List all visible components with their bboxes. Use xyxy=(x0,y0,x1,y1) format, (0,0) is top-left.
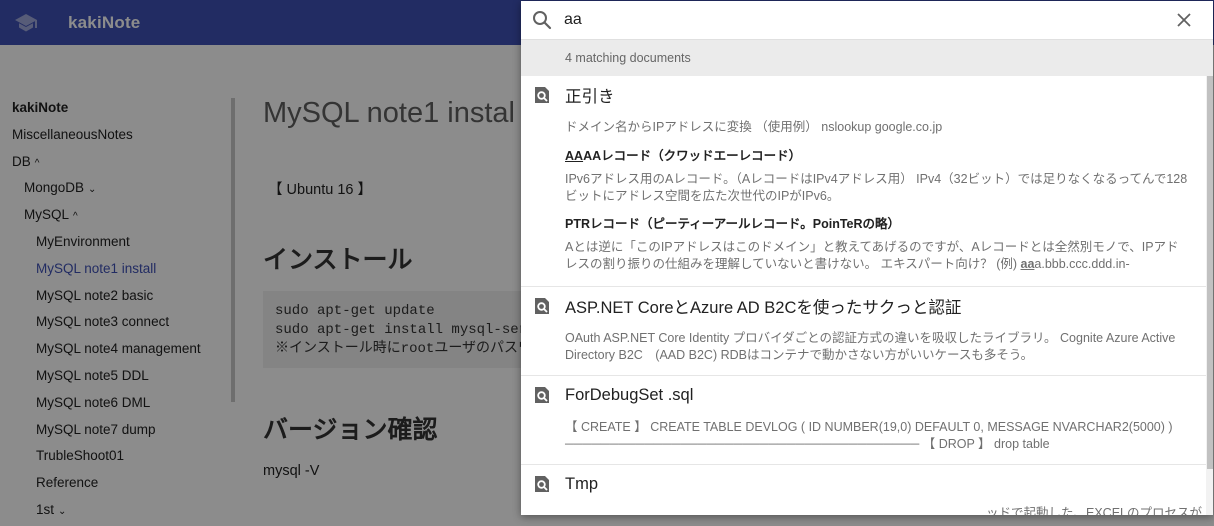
snippet-text: a.bbb.ccc.ddd.in- xyxy=(1034,257,1130,271)
search-result-item[interactable]: 正引き ドメイン名からIPアドレスに変換 （使用例） nslookup goog… xyxy=(521,76,1206,287)
results-scrollbar[interactable] xyxy=(1206,76,1213,515)
document-search-icon xyxy=(533,86,551,104)
scrollbar-thumb[interactable] xyxy=(1207,76,1213,469)
search-results: 正引き ドメイン名からIPアドレスに変換 （使用例） nslookup goog… xyxy=(521,76,1206,515)
search-result-item[interactable]: ASP.NET CoreとAzure AD B2Cを使ったサクっと認証 OAut… xyxy=(521,287,1206,376)
match-highlight: aa xyxy=(1020,257,1035,271)
result-snippet: ッドで起動した、EXCELのプロセスが xyxy=(986,506,1202,515)
result-subsection-title: PTRレコード（ピーティーアールレコード。PoinTeRの略） xyxy=(565,217,901,231)
result-title[interactable]: 正引き xyxy=(565,83,615,107)
search-input[interactable] xyxy=(564,11,1154,29)
result-snippet: 【 CREATE 】 CREATE TABLE DEVLOG ( ID NUMB… xyxy=(565,420,1173,434)
search-icon xyxy=(531,9,553,31)
search-result-item[interactable]: ForDebugSet .sql 【 CREATE 】 CREATE TABLE… xyxy=(521,376,1206,465)
result-snippet: ドメイン名からIPアドレスに変換 （使用例） nslookup google.c… xyxy=(565,120,943,134)
search-result-item[interactable]: Tmp ッドで起動した、EXCELのプロセスが xyxy=(521,465,1206,515)
result-snippet: Aとは逆に「このIPアドレスはこのドメイン」と教えてあげるのですが、Aレコードと… xyxy=(521,239,1206,273)
result-snippet: ────────────────────────────────────────… xyxy=(565,437,1050,451)
document-search-icon xyxy=(533,386,551,404)
subsection-title-text: AAレコード（クワッドエーレコード） xyxy=(583,149,802,163)
result-title[interactable]: Tmp xyxy=(565,475,598,494)
match-count: 4 matching documents xyxy=(521,40,1213,76)
document-search-icon xyxy=(533,475,551,493)
document-search-icon xyxy=(533,297,551,315)
result-snippet: IPv6アドレス用のAレコード。（AレコードはIPv4アドレス用） IPv4（3… xyxy=(565,172,1188,203)
search-dialog: 4 matching documents 正引き ドメイン名からIPアドレスに変… xyxy=(521,1,1213,515)
result-title[interactable]: ForDebugSet .sql xyxy=(565,386,693,405)
search-bar xyxy=(521,1,1213,40)
close-icon[interactable] xyxy=(1174,10,1194,30)
match-highlight: AA xyxy=(565,149,584,163)
result-title[interactable]: ASP.NET CoreとAzure AD B2Cを使ったサクっと認証 xyxy=(565,294,961,318)
result-subsection-title: AAAAレコード（クワッドエーレコード） xyxy=(521,148,1206,165)
result-snippet: OAuth ASP.NET Core Identity プロバイダごとの認証方式… xyxy=(565,331,1176,362)
